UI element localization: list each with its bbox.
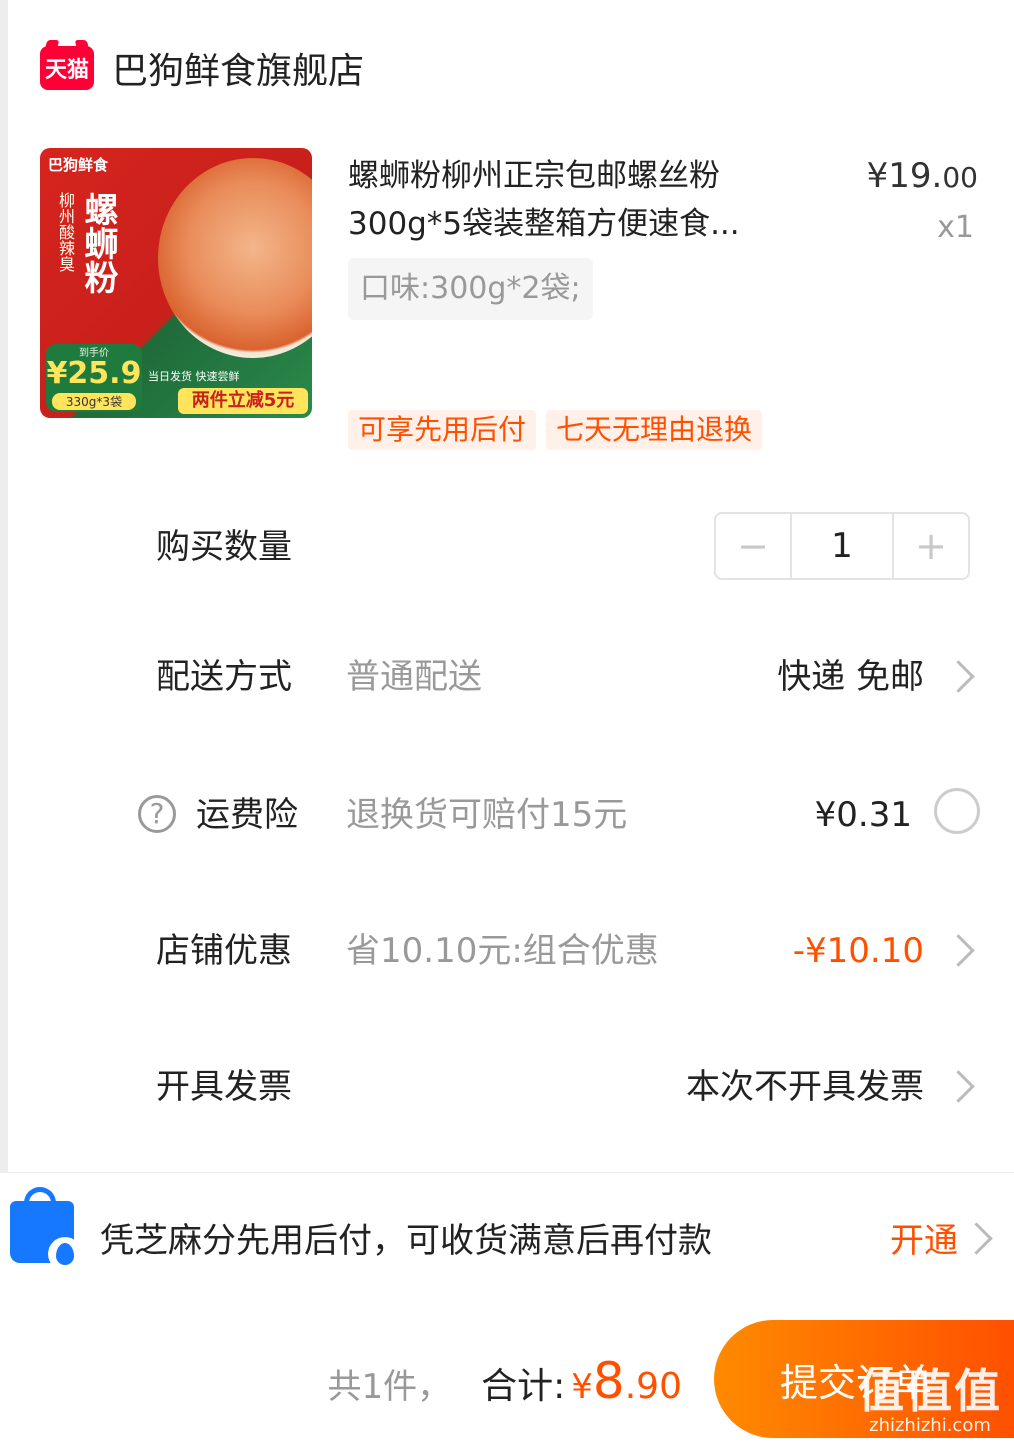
invoice-label: 开具发票 <box>156 1067 292 1107</box>
watermark-logo: 值值值 <box>858 1364 1002 1418</box>
image-spec: 330g*3袋 <box>52 393 136 410</box>
image-big-text: 螺蛳粉 <box>78 192 118 294</box>
chevron-right-icon <box>942 660 975 693</box>
quantity-stepper[interactable]: − 1 + <box>714 512 970 580</box>
insurance-radio[interactable] <box>934 788 980 834</box>
price-int: 19. <box>888 156 943 196</box>
image-price-tag: 到手价 ¥25.9 330g*3袋 <box>46 344 142 412</box>
bnpl-open-link[interactable]: 开通 <box>890 1213 958 1262</box>
insurance-row: ? 运费险 退换货可赔付15元 ¥0.31 <box>0 780 1014 850</box>
watermark-url: zhizhizhi.com <box>869 1415 991 1436</box>
image-price-label: 到手价 <box>79 348 109 359</box>
discount-sub: 省10.10元:组合优惠 <box>346 931 659 971</box>
image-brand: 巴狗鲜食 <box>48 156 109 174</box>
checkout-footer: 共1件， 合计: ¥ 8 .90 提交订单 值值值 zhizhizhi.com <box>0 1302 1014 1448</box>
insurance-label: 运费险 <box>196 795 298 835</box>
product-price: ¥19.00 <box>867 156 978 196</box>
product-quantity: x1 <box>937 210 974 245</box>
quantity-value[interactable]: 1 <box>790 514 894 578</box>
bnpl-banner[interactable]: 凭芝麻分先用后付，可收货满意后再付款 开通 <box>0 1172 1014 1303</box>
invoice-row[interactable]: 开具发票 本次不开具发票 <box>0 1052 1014 1122</box>
tmall-logo-icon: 天猫 <box>40 46 94 90</box>
insurance-sub: 退换货可赔付15元 <box>346 795 628 835</box>
shop-header[interactable]: 天猫 巴狗鲜食旗舰店 <box>40 42 364 94</box>
product-title-line1: 螺蛳粉柳州正宗包邮螺丝粉 <box>348 158 720 194</box>
alipay-bag-icon <box>10 1187 82 1271</box>
image-promo: 两件立减5元 <box>178 388 308 414</box>
image-ribbon: 当日发货 快速尝鲜 <box>148 370 240 383</box>
discount-row[interactable]: 店铺优惠 省10.10元:组合优惠 -¥10.10 <box>0 916 1014 986</box>
product-tags: 可享先用后付 七天无理由退换 <box>348 410 763 450</box>
order-total: 共1件， 合计: ¥ 8 .90 <box>328 1352 683 1410</box>
total-dec: .90 <box>624 1366 682 1407</box>
product-title-line2: 300g*5袋装整箱方便速食... <box>348 206 740 242</box>
product-image[interactable]: 巴狗鲜食 螺蛳粉 柳州酸辣臭 到手价 ¥25.9 330g*3袋 当日发货 快速… <box>40 148 312 418</box>
tmall-logo-text: 天猫 <box>44 58 89 83</box>
chevron-right-icon <box>942 1070 975 1103</box>
total-currency: ¥ <box>571 1367 593 1407</box>
shipping-label: 配送方式 <box>156 657 292 697</box>
insurance-price: ¥0.31 <box>814 795 912 835</box>
bnpl-text: 凭芝麻分先用后付，可收货满意后再付款 <box>100 1221 712 1261</box>
help-icon-glyph: ? <box>149 797 165 830</box>
noodle-bowl-illustration <box>158 158 312 358</box>
discount-value: -¥10.10 <box>792 931 924 971</box>
quantity-label: 购买数量 <box>156 527 292 567</box>
water-drop-icon <box>48 1237 82 1271</box>
help-icon[interactable]: ? <box>138 795 176 833</box>
total-int: 8 <box>592 1352 625 1410</box>
price-currency: ¥ <box>866 156 889 196</box>
shipping-row[interactable]: 配送方式 普通配送 快递 免邮 <box>0 642 1014 712</box>
tag-bnpl: 可享先用后付 <box>348 410 537 450</box>
product-title[interactable]: 螺蛳粉柳州正宗包邮螺丝粉 300g*5袋装整箱方便速食... <box>348 152 788 248</box>
shipping-sub: 普通配送 <box>346 657 482 697</box>
shipping-value: 快递 免邮 <box>777 657 924 697</box>
invoice-value: 本次不开具发票 <box>686 1067 924 1107</box>
decrement-button[interactable]: − <box>716 514 790 578</box>
watermark: 值值值 zhizhizhi.com <box>858 1366 1002 1436</box>
image-price: ¥25.9 <box>46 356 142 391</box>
chevron-right-icon <box>960 1222 993 1255</box>
chevron-right-icon <box>942 934 975 967</box>
item-count: 共1件， <box>327 1367 452 1407</box>
total-label: 合计: <box>481 1366 566 1407</box>
price-cents: 00 <box>942 161 978 194</box>
product-sku[interactable]: 口味:300g*2袋; <box>348 258 593 320</box>
tag-7day-return: 七天无理由退换 <box>546 410 763 450</box>
shop-name[interactable]: 巴狗鲜食旗舰店 <box>112 42 364 94</box>
discount-label: 店铺优惠 <box>156 931 292 971</box>
increment-button[interactable]: + <box>894 514 968 578</box>
image-side-text: 柳州酸辣臭 <box>56 192 75 272</box>
